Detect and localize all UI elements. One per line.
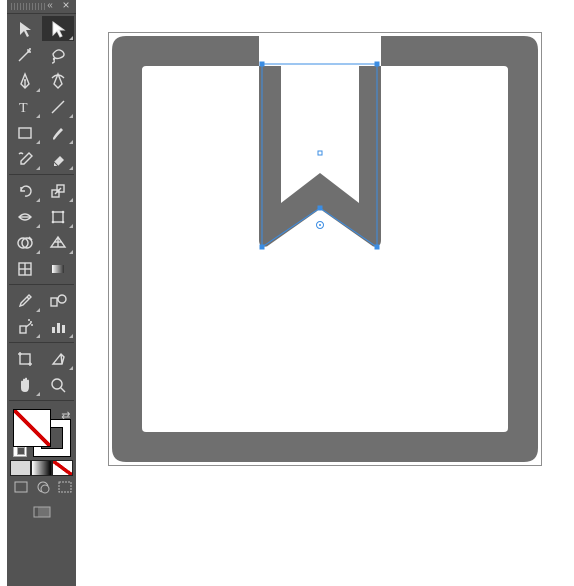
selection-center-icon: [318, 151, 322, 155]
fill-stroke-proxy: ⇄: [11, 409, 73, 457]
flyout-indicator-icon: [36, 308, 40, 312]
tools-panel: « × T ⇄: [7, 0, 76, 586]
flyout-indicator-icon: [36, 392, 40, 396]
flyout-indicator-icon: [69, 36, 73, 40]
tool-artboard[interactable]: [9, 346, 41, 371]
artwork-svg: [109, 33, 541, 465]
screen-mode-button[interactable]: [7, 503, 76, 523]
tool-separator: [9, 342, 74, 343]
draw-normal-icon[interactable]: [13, 480, 29, 499]
flyout-indicator-icon: [36, 88, 40, 92]
tool-magic-wand[interactable]: [9, 42, 41, 67]
tool-paintbrush[interactable]: [42, 120, 74, 145]
anchor-point[interactable]: [260, 245, 265, 250]
flyout-indicator-icon: [36, 224, 40, 228]
color-mode-solid[interactable]: [10, 460, 31, 476]
artboard[interactable]: [108, 32, 542, 466]
fill-swatch[interactable]: [13, 409, 51, 447]
draw-mode-row: [7, 476, 76, 503]
tool-curvature[interactable]: [42, 68, 74, 93]
tool-separator: [9, 400, 74, 401]
collapse-panel-button[interactable]: «: [44, 0, 56, 12]
tool-rectangle[interactable]: [9, 120, 41, 145]
flyout-indicator-icon: [69, 366, 73, 370]
tool-separator: [9, 284, 74, 285]
tool-lasso[interactable]: [42, 42, 74, 67]
tool-hand[interactable]: [9, 372, 41, 397]
tool-direct-selection[interactable]: [42, 16, 74, 41]
tool-scale[interactable]: [42, 178, 74, 203]
flyout-indicator-icon: [69, 114, 73, 118]
flyout-indicator-icon: [36, 140, 40, 144]
anchor-point[interactable]: [260, 62, 265, 67]
tool-mesh[interactable]: [9, 256, 41, 281]
tool-eyedropper[interactable]: [9, 288, 41, 313]
selection-origin-dot-icon: [319, 224, 321, 226]
tool-type[interactable]: T: [9, 94, 41, 119]
flyout-indicator-icon: [69, 250, 73, 254]
anchor-point[interactable]: [375, 62, 380, 67]
tool-gradient[interactable]: [42, 256, 74, 281]
tool-slice[interactable]: [42, 346, 74, 371]
flyout-indicator-icon: [69, 334, 73, 338]
tool-rotate[interactable]: [9, 178, 41, 203]
tool-symbol-sprayer[interactable]: [9, 314, 41, 339]
anchor-point[interactable]: [375, 245, 380, 250]
tool-selection[interactable]: [9, 16, 41, 41]
tool-shaper[interactable]: [9, 146, 41, 171]
color-mode-row: [7, 460, 76, 476]
flyout-indicator-icon: [69, 224, 73, 228]
flyout-indicator-icon: [36, 166, 40, 170]
svg-text:T: T: [19, 101, 28, 116]
draw-behind-icon[interactable]: [35, 480, 51, 499]
flyout-indicator-icon: [36, 114, 40, 118]
tool-pen[interactable]: [9, 68, 41, 93]
draw-inside-icon[interactable]: [57, 480, 73, 499]
canvas[interactable]: [108, 32, 540, 464]
tool-grid: T: [7, 14, 76, 403]
flyout-indicator-icon: [69, 140, 73, 144]
flyout-indicator-icon: [69, 166, 73, 170]
tool-zoom[interactable]: [42, 372, 74, 397]
tools-panel-header[interactable]: « ×: [7, 0, 76, 14]
flyout-indicator-icon: [69, 198, 73, 202]
tool-eraser[interactable]: [42, 146, 74, 171]
anchor-point[interactable]: [318, 206, 323, 211]
tool-blend[interactable]: [42, 288, 74, 313]
bookmark-square-icon[interactable]: [112, 36, 538, 462]
close-panel-button[interactable]: ×: [60, 0, 72, 12]
tool-shape-builder[interactable]: [9, 230, 41, 255]
flyout-indicator-icon: [36, 250, 40, 254]
tool-width[interactable]: [9, 204, 41, 229]
tool-separator: [9, 174, 74, 175]
tool-line[interactable]: [42, 94, 74, 119]
tool-perspective[interactable]: [42, 230, 74, 255]
panel-grip-icon[interactable]: [11, 3, 46, 10]
color-mode-gradient[interactable]: [31, 460, 52, 476]
color-mode-none[interactable]: [52, 460, 73, 476]
flyout-indicator-icon: [36, 198, 40, 202]
flyout-indicator-icon: [36, 334, 40, 338]
tool-free-transform[interactable]: [42, 204, 74, 229]
tool-graph[interactable]: [42, 314, 74, 339]
